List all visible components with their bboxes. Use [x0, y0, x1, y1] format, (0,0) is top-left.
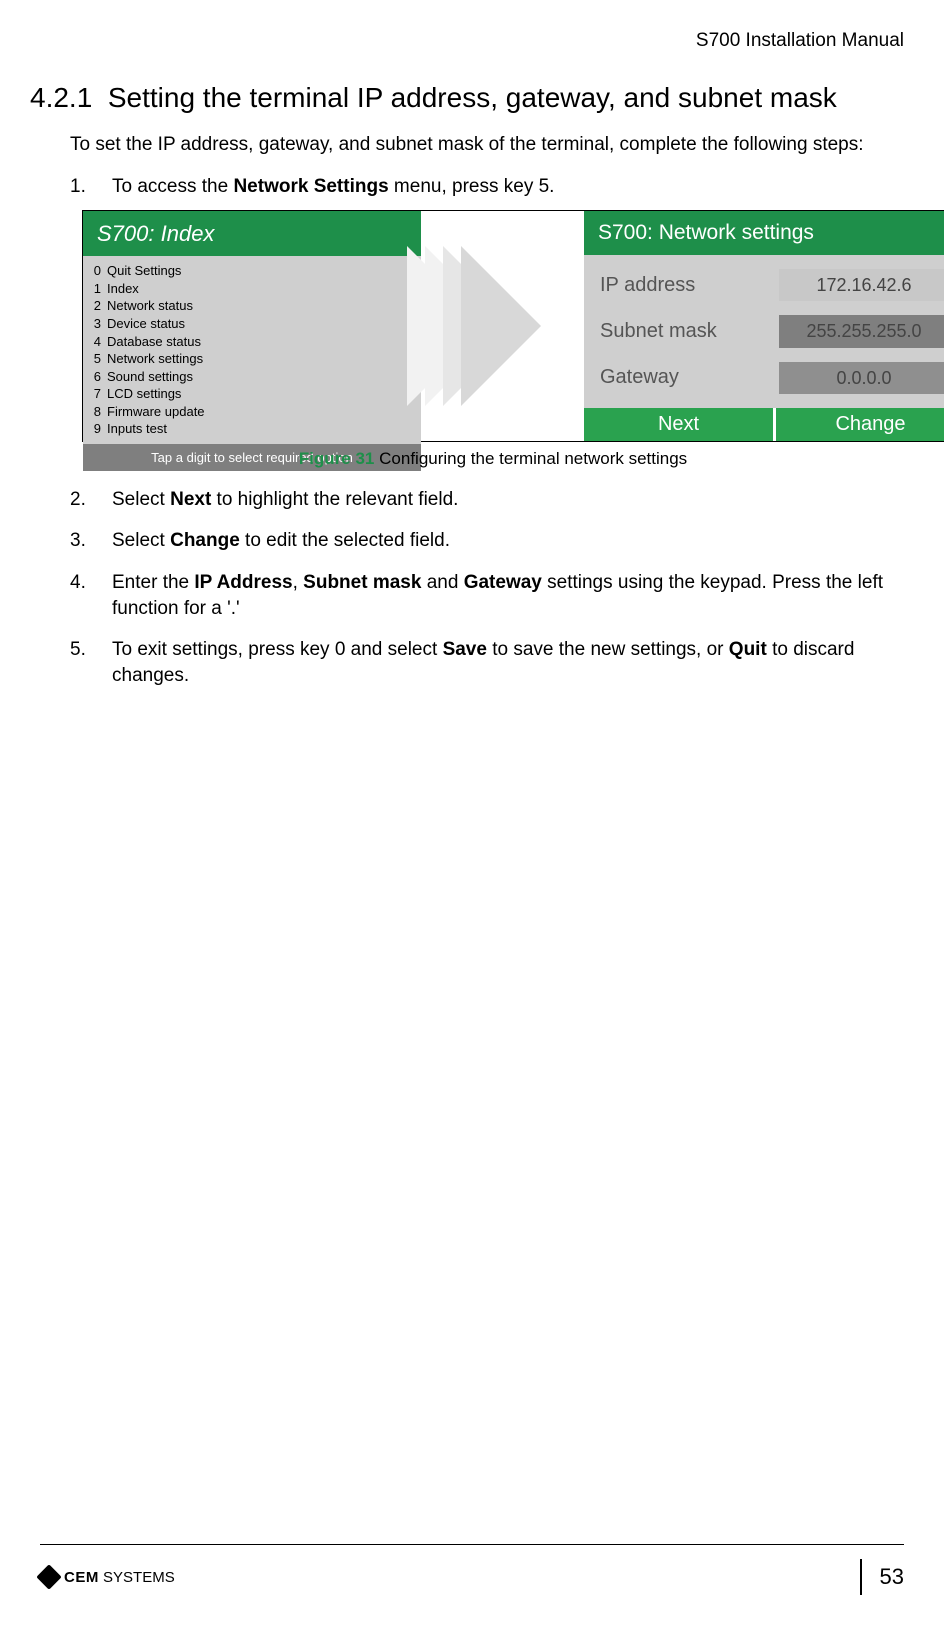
menu-item-3[interactable]: 3Device status [91, 315, 413, 333]
menu-item-5[interactable]: 5Network settings [91, 350, 413, 368]
network-settings-title: S700: Network settings [584, 211, 944, 255]
menu-item-6[interactable]: 6Sound settings [91, 368, 413, 386]
index-menu: 0Quit Settings 1Index 2Network status 3D… [83, 256, 421, 443]
page-number: 53 [860, 1559, 904, 1595]
subnet-mask-row: Subnet mask 255.255.255.0 [600, 315, 944, 347]
next-button[interactable]: Next [584, 408, 773, 441]
step-5: To exit settings, press key 0 and select… [70, 637, 904, 688]
menu-item-2[interactable]: 2Network status [91, 297, 413, 315]
intro-paragraph: To set the IP address, gateway, and subn… [70, 134, 904, 156]
diamond-icon [36, 1564, 61, 1589]
index-screen: S700: Index 0Quit Settings 1Index 2Netwo… [83, 211, 421, 441]
ip-address-row: IP address 172.16.42.6 [600, 269, 944, 301]
gateway-row: Gateway 0.0.0.0 [600, 362, 944, 394]
step-3: Select Change to edit the selected field… [70, 528, 904, 554]
arrow-icon [421, 211, 581, 441]
subnet-mask-label: Subnet mask [600, 318, 779, 345]
cem-logo: CEM SYSTEMS [40, 1568, 175, 1586]
menu-item-1[interactable]: 1Index [91, 280, 413, 298]
step-1: To access the Network Settings menu, pre… [70, 174, 904, 471]
gateway-label: Gateway [600, 364, 779, 391]
figure-31: S700: Index 0Quit Settings 1Index 2Netwo… [82, 210, 904, 471]
section-number: 4.2.1 [30, 82, 92, 113]
section-title: Setting the terminal IP address, gateway… [108, 82, 837, 113]
network-settings-screen: S700: Network settings IP address 172.16… [581, 211, 944, 441]
menu-item-8[interactable]: 8Firmware update [91, 403, 413, 421]
change-button[interactable]: Change [773, 408, 944, 441]
step-2: Select Next to highlight the relevant fi… [70, 487, 904, 513]
menu-item-9[interactable]: 9Inputs test [91, 420, 413, 438]
ip-address-label: IP address [600, 272, 779, 299]
section-heading: 4.2.1 Setting the terminal IP address, g… [30, 82, 904, 114]
page-footer: CEM SYSTEMS 53 [40, 1544, 904, 1595]
gateway-value[interactable]: 0.0.0.0 [779, 362, 944, 394]
running-header: S700 Installation Manual [40, 30, 904, 52]
subnet-mask-value[interactable]: 255.255.255.0 [779, 315, 944, 347]
step-4: Enter the IP Address, Subnet mask and Ga… [70, 570, 904, 621]
index-screen-title: S700: Index [83, 211, 421, 257]
ip-address-value[interactable]: 172.16.42.6 [779, 269, 944, 301]
menu-item-7[interactable]: 7LCD settings [91, 385, 413, 403]
menu-item-4[interactable]: 4Database status [91, 333, 413, 351]
menu-item-0[interactable]: 0Quit Settings [91, 262, 413, 280]
